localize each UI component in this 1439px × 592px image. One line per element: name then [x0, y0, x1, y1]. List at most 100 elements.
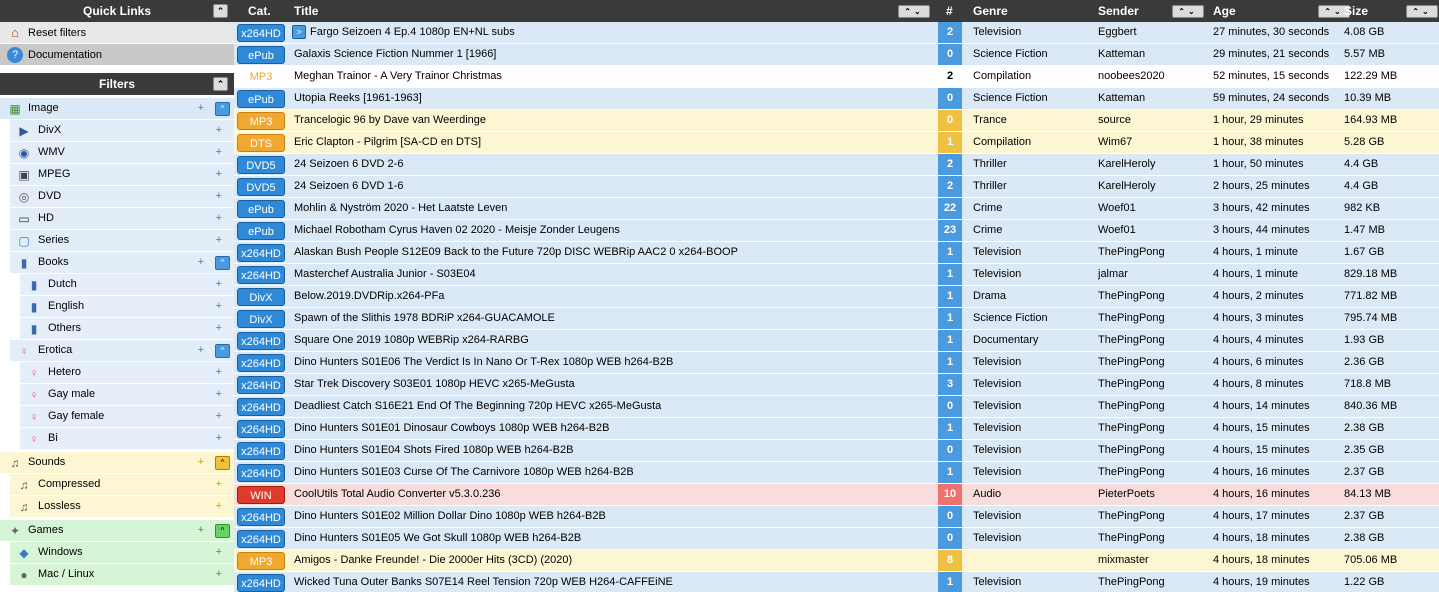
add-filter-button[interactable]: + [216, 428, 222, 448]
category-badge[interactable]: x264HD [237, 24, 285, 42]
filter-item-image[interactable]: ▦ Image + ^ [0, 98, 234, 120]
category-badge[interactable]: DVD5 [237, 156, 285, 174]
spot-title[interactable]: Fargo Seizoen 4 Ep.4 1080p EN+NL subs [310, 26, 515, 38]
spot-title-cell[interactable]: 24 Seizoen 6 DVD 2-6 [294, 154, 934, 175]
table-row[interactable]: ePub Utopia Reeks [1961-1963] 0 Science Fic… [234, 88, 1439, 110]
filter-item-hd[interactable]: ▭ HD + [10, 208, 234, 230]
spot-title[interactable]: Amigos - Danke Freunde! - Die 2000er Hit… [294, 554, 572, 566]
category-badge[interactable]: x264HD [237, 508, 285, 526]
add-filter-button[interactable]: + [216, 318, 222, 338]
category-badge[interactable]: WIN [237, 486, 285, 504]
category-badge[interactable]: DivX [237, 310, 285, 328]
col-title[interactable]: Title [294, 0, 318, 22]
col-genre[interactable]: Genre [973, 0, 1008, 22]
add-filter-button[interactable]: + [198, 452, 204, 472]
category-badge[interactable]: x264HD [237, 354, 285, 372]
spot-title[interactable]: Michael Robotham Cyrus Haven 02 2020 - M… [294, 224, 620, 236]
table-row[interactable]: x264HD Dino Hunters S01E01 Dinosaur Cowbo… [234, 418, 1439, 440]
filter-item-mac-linux[interactable]: ● Mac / Linux + [10, 564, 234, 586]
spot-title[interactable]: Star Trek Discovery S03E01 1080p HEVC x2… [294, 378, 575, 390]
table-row[interactable]: DTS Eric Clapton - Pilgrim [SA-CD en DTS]… [234, 132, 1439, 154]
add-filter-button[interactable]: + [216, 274, 222, 294]
spot-title[interactable]: Mohlin & Nyström 2020 - Het Laatste Leve… [294, 202, 507, 214]
table-row[interactable]: DivX Spawn of the Slithis 1978 BDRiP x264… [234, 308, 1439, 330]
filter-item-divx[interactable]: ▶ DivX + [10, 120, 234, 142]
spot-title[interactable]: CoolUtils Total Audio Converter v5.3.0.2… [294, 488, 500, 500]
category-badge[interactable]: MP3 [237, 112, 285, 130]
add-filter-button[interactable]: + [216, 496, 222, 516]
spot-title-cell[interactable]: Amigos - Danke Freunde! - Die 2000er Hit… [294, 550, 934, 571]
spot-title[interactable]: Trancelogic 96 by Dave van Weerdinge [294, 114, 486, 126]
collapse-toggle-button[interactable]: ^ [215, 102, 230, 116]
add-filter-button[interactable]: + [216, 230, 222, 250]
add-filter-button[interactable]: + [216, 296, 222, 316]
spot-title[interactable]: Dino Hunters S01E02 Million Dollar Dino … [294, 510, 606, 522]
collapse-toggle-button[interactable]: ^ [215, 256, 230, 270]
category-badge[interactable]: x264HD [237, 244, 285, 262]
category-badge[interactable]: x264HD [237, 376, 285, 394]
add-filter-button[interactable]: + [198, 98, 204, 118]
category-badge[interactable]: x264HD [237, 398, 285, 416]
category-badge[interactable]: x264HD [237, 530, 285, 548]
table-row[interactable]: MP3 Amigos - Danke Freunde! - Die 2000er … [234, 550, 1439, 572]
category-badge[interactable]: ePub [237, 222, 285, 240]
spot-title[interactable]: Dino Hunters S01E06 The Verdict Is In Na… [294, 356, 673, 368]
spot-title-cell[interactable]: Michael Robotham Cyrus Haven 02 2020 - M… [294, 220, 934, 241]
filter-item-wmv[interactable]: ◉ WMV + [10, 142, 234, 164]
filter-item-games[interactable]: ✦ Games + ^ [0, 520, 234, 542]
spot-title[interactable]: Square One 2019 1080p WEBRip x264-RARBG [294, 334, 529, 346]
table-row[interactable]: WIN CoolUtils Total Audio Converter v5.3.… [234, 484, 1439, 506]
quick-link-1[interactable]: ? Documentation [0, 44, 234, 66]
category-badge[interactable]: MP3 [237, 68, 285, 86]
spot-title-cell[interactable]: Galaxis Science Fiction Nummer 1 [1966] [294, 44, 934, 65]
spot-title[interactable]: Spawn of the Slithis 1978 BDRiP x264-GUA… [294, 312, 555, 324]
collapse-toggle-button[interactable]: ^ [215, 456, 230, 470]
filter-item-sounds[interactable]: ♫ Sounds + ^ [0, 452, 234, 474]
add-filter-button[interactable]: + [216, 406, 222, 426]
table-row[interactable]: MP3 Trancelogic 96 by Dave van Weerdinge 0… [234, 110, 1439, 132]
spot-title-cell[interactable]: Dino Hunters S01E01 Dinosaur Cowboys 108… [294, 418, 934, 439]
table-row[interactable]: DivX Below.2019.DVDRip.x264-PFa 1 Drama TheP… [234, 286, 1439, 308]
filter-item-others[interactable]: ▮ Others + [20, 318, 234, 340]
sender-sort-button[interactable]: ⌃⌄ [1172, 5, 1204, 18]
spot-title[interactable]: Galaxis Science Fiction Nummer 1 [1966] [294, 48, 496, 60]
spot-title-cell[interactable]: Dino Hunters S01E06 The Verdict Is In Na… [294, 352, 934, 373]
category-badge[interactable]: DVD5 [237, 178, 285, 196]
spot-title[interactable]: Utopia Reeks [1961-1963] [294, 92, 422, 104]
add-filter-button[interactable]: + [216, 474, 222, 494]
spot-title-cell[interactable]: Eric Clapton - Pilgrim [SA-CD en DTS] [294, 132, 934, 153]
spot-title-cell[interactable]: Spawn of the Slithis 1978 BDRiP x264-GUA… [294, 308, 934, 329]
quick-link-0[interactable]: ⌂ Reset filters [0, 22, 234, 44]
table-row[interactable]: x264HD Star Trek Discovery S03E01 1080p H… [234, 374, 1439, 396]
spot-title-cell[interactable]: Trancelogic 96 by Dave van Weerdinge [294, 110, 934, 131]
table-row[interactable]: x264HD Deadliest Catch S16E21 End Of The … [234, 396, 1439, 418]
filter-item-erotica[interactable]: ♀ Erotica + ^ [10, 340, 234, 362]
spot-title-cell[interactable]: Dino Hunters S01E05 We Got Skull 1080p W… [294, 528, 934, 549]
table-row[interactable]: x264HD Dino Hunters S01E02 Million Dollar… [234, 506, 1439, 528]
add-filter-button[interactable]: + [216, 542, 222, 562]
category-badge[interactable]: x264HD [237, 574, 285, 592]
table-row[interactable]: DVD5 24 Seizoen 6 DVD 1-6 2 Thriller KarelHe… [234, 176, 1439, 198]
spot-title-cell[interactable]: Meghan Trainor - A Very Trainor Christma… [294, 66, 934, 87]
spot-title[interactable]: Below.2019.DVDRip.x264-PFa [294, 290, 444, 302]
collapse-toggle-button[interactable]: ^ [215, 524, 230, 538]
table-row[interactable]: ePub Michael Robotham Cyrus Haven 02 2020… [234, 220, 1439, 242]
add-filter-button[interactable]: + [216, 142, 222, 162]
add-filter-button[interactable]: + [216, 186, 222, 206]
spot-title-cell[interactable]: Alaskan Bush People S12E09 Back to the F… [294, 242, 934, 263]
collapse-toggle-button[interactable]: ^ [215, 344, 230, 358]
category-badge[interactable]: x264HD [237, 266, 285, 284]
table-row[interactable]: DVD5 24 Seizoen 6 DVD 2-6 2 Thriller KarelHe… [234, 154, 1439, 176]
spot-title[interactable]: Dino Hunters S01E05 We Got Skull 1080p W… [294, 532, 581, 544]
category-badge[interactable]: ePub [237, 200, 285, 218]
spot-title-cell[interactable]: Dino Hunters S01E02 Million Dollar Dino … [294, 506, 934, 527]
filter-item-lossless[interactable]: ♫ Lossless + [10, 496, 234, 518]
filter-item-bi[interactable]: ♀ Bi + [20, 428, 234, 450]
col-sender[interactable]: Sender [1098, 0, 1139, 22]
add-filter-button[interactable]: + [216, 384, 222, 404]
spot-title-cell[interactable]: Masterchef Australia Junior - S03E04 [294, 264, 934, 285]
category-badge[interactable]: x264HD [237, 332, 285, 350]
filter-item-dutch[interactable]: ▮ Dutch + [20, 274, 234, 296]
collapse-quick-links-button[interactable]: ⌃ [213, 4, 228, 18]
spot-title[interactable]: 24 Seizoen 6 DVD 1-6 [294, 180, 403, 192]
